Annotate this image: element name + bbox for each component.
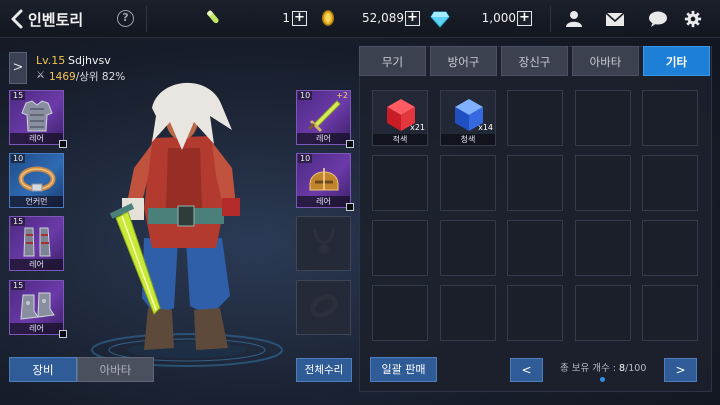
gold-add-button[interactable]: +: [405, 11, 420, 26]
armor-icon: [21, 100, 53, 132]
equip-slot-boots[interactable]: 15 레어: [9, 280, 67, 338]
gem-add-button[interactable]: +: [517, 11, 532, 26]
inventory-slot-empty[interactable]: [440, 220, 496, 276]
tab-etc[interactable]: 기타: [643, 46, 710, 76]
gauntlet-icon: [23, 227, 51, 257]
sword-icon: [307, 100, 341, 133]
inventory-slot-empty[interactable]: [372, 285, 428, 341]
inventory-slot-empty[interactable]: [372, 220, 428, 276]
inventory-slot-empty[interactable]: [507, 155, 563, 211]
slot-lock-marker: [346, 203, 354, 211]
inventory-slot-empty[interactable]: [642, 285, 698, 341]
helmet-icon: [309, 168, 339, 191]
divider: [550, 6, 551, 32]
item-quantity: x21: [410, 123, 425, 132]
crossed-swords-icon: ⚔: [36, 70, 45, 81]
divider: [146, 6, 147, 32]
chat-icon[interactable]: [648, 10, 668, 28]
character-level: Lv.15: [36, 54, 66, 67]
inventory-slot-empty[interactable]: [575, 155, 631, 211]
equip-slot-weapon[interactable]: 10 +2 레어: [296, 90, 354, 148]
slot-grade: 레어: [297, 196, 350, 207]
gold-coin-icon: [321, 10, 335, 26]
item-count: 총 보유 개수 : 8/100: [560, 360, 646, 374]
item-name: 적색: [373, 134, 427, 145]
inventory-slot-empty[interactable]: [372, 155, 428, 211]
equip-slot-necklace[interactable]: [296, 216, 351, 271]
item-count-label: 총 보유 개수 :: [560, 363, 619, 374]
inventory-slot-empty[interactable]: [642, 220, 698, 276]
gem-value: 1,000: [481, 11, 516, 25]
boots-icon: [20, 292, 55, 320]
inventory-slot-empty[interactable]: [575, 285, 631, 341]
necklace-slot-icon: [313, 228, 335, 254]
tab-avatar-view[interactable]: 아바타: [77, 357, 154, 382]
equip-slot-ring[interactable]: [296, 280, 351, 335]
tab-avatar[interactable]: 아바타: [572, 46, 639, 76]
stamina-potion-icon: [207, 10, 219, 24]
tab-equipment[interactable]: 장비: [9, 357, 77, 382]
inventory-slot-empty[interactable]: [440, 285, 496, 341]
equip-slot-gauntlet[interactable]: 15 레어: [9, 216, 64, 271]
slot-lock-marker: [346, 140, 354, 148]
slot-grade: 레어: [10, 133, 63, 144]
inventory-slot-empty[interactable]: [507, 90, 563, 146]
inventory-slot-empty[interactable]: [440, 155, 496, 211]
slot-lock-marker: [59, 330, 67, 338]
item-count-max: /100: [625, 363, 647, 374]
character-model: [91, 82, 283, 367]
help-icon[interactable]: ?: [117, 10, 134, 27]
slot-grade: 레어: [10, 323, 63, 334]
prev-page-button[interactable]: <: [510, 358, 543, 382]
inventory-item-red-cube[interactable]: x21 적색: [372, 90, 428, 146]
slot-grade: 언커먼: [10, 196, 63, 207]
equip-slot-armor[interactable]: 15 레어: [9, 90, 67, 148]
inventory-slot-empty[interactable]: [642, 90, 698, 146]
inventory-slot-empty[interactable]: [575, 90, 631, 146]
slot-lock-marker: [59, 140, 67, 148]
back-arrow-icon[interactable]: [8, 8, 28, 30]
settings-gear-icon[interactable]: [683, 10, 703, 28]
inventory-slot-empty[interactable]: [507, 220, 563, 276]
top-bar: 인벤토리 ? 1 + 52,089 + 1,000 +: [0, 0, 720, 38]
gem-icon: [430, 11, 450, 28]
combat-power-value: 1469: [49, 71, 76, 83]
equip-slot-helmet[interactable]: 10 레어: [296, 153, 354, 211]
inventory-slot-empty[interactable]: [507, 285, 563, 341]
belt-icon: [18, 166, 56, 192]
friends-icon[interactable]: [564, 10, 584, 28]
item-name: 청색: [441, 134, 495, 145]
expand-stats-button[interactable]: >: [9, 52, 27, 84]
item-quantity: x14: [478, 123, 493, 132]
ring-slot-icon: [310, 294, 338, 318]
inventory-slot-empty[interactable]: [575, 220, 631, 276]
stamina-value: 1: [282, 11, 290, 25]
next-page-button[interactable]: >: [664, 358, 697, 382]
repair-all-button[interactable]: 전체수리: [296, 358, 352, 382]
slot-grade: 레어: [297, 133, 350, 144]
mail-icon[interactable]: [605, 10, 625, 28]
tab-armor[interactable]: 방어구: [430, 46, 497, 76]
tab-accessory[interactable]: 장신구: [501, 46, 568, 76]
slot-grade: 레어: [10, 259, 63, 270]
gold-value: 52,089: [362, 11, 404, 25]
inventory-slot-empty[interactable]: [642, 155, 698, 211]
bulk-sell-button[interactable]: 일괄 판매: [370, 357, 437, 382]
tab-weapon[interactable]: 무기: [359, 46, 426, 76]
stamina-add-button[interactable]: +: [292, 11, 307, 26]
equip-slot-belt[interactable]: 10 언커먼: [9, 153, 64, 208]
inventory-item-blue-cube[interactable]: x14 청색: [440, 90, 496, 146]
page-title: 인벤토리: [28, 11, 84, 29]
page-indicator-dot: [600, 377, 605, 382]
